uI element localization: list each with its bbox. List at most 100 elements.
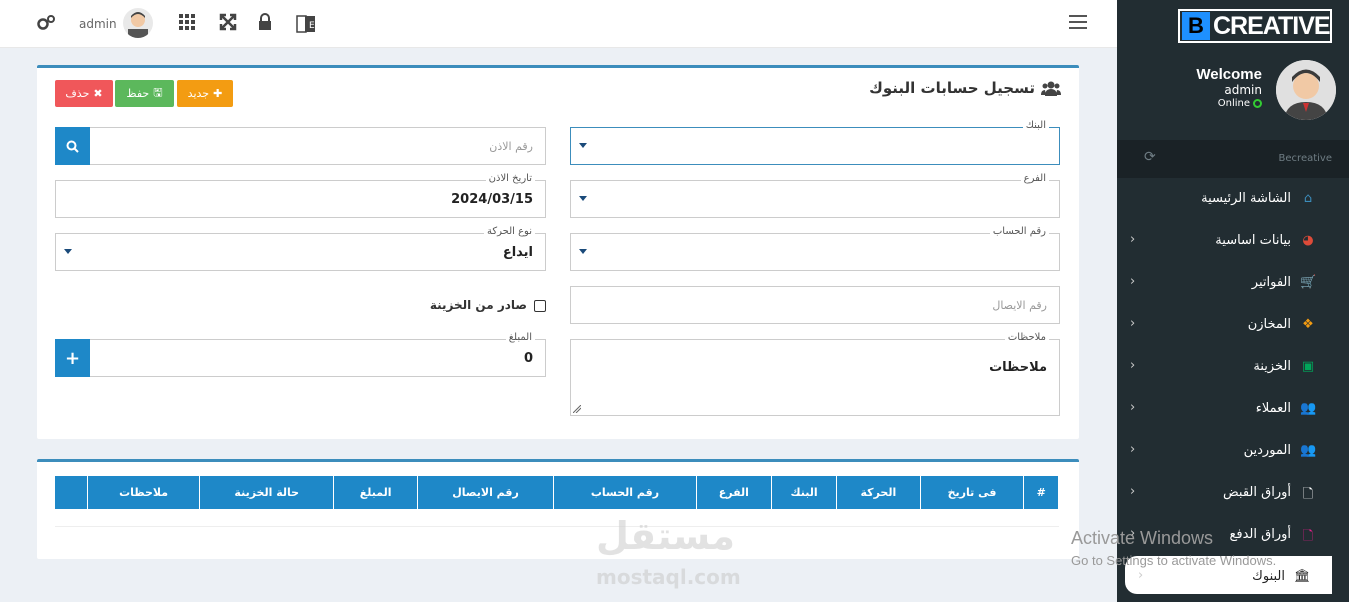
permit-number-input[interactable]: رقم الاذن	[90, 127, 546, 165]
sidebar-item-label: البنوك	[1252, 569, 1285, 584]
search-icon	[66, 140, 79, 153]
column-header[interactable]: فى تاريخ	[920, 476, 1025, 509]
save-button-label: حفظ	[126, 87, 150, 100]
bank-icon: 🏛	[1294, 569, 1311, 584]
from-treasury-checkbox[interactable]	[534, 300, 546, 312]
status-dot-icon	[1253, 99, 1262, 108]
activate-windows-title: Activate Windows	[1071, 528, 1214, 548]
brand-logo[interactable]: B CREATIVE	[1178, 9, 1332, 43]
sidebar-item-2[interactable]: الفواتير 🛒 ›	[1117, 262, 1349, 304]
topbar-username[interactable]: admin	[79, 17, 117, 31]
notes-textarea[interactable]: ملاحظات ملاحظات	[570, 332, 1060, 416]
refresh-icon[interactable]: ⟳	[1144, 149, 1156, 165]
sidebar-item-6[interactable]: الموردين 👥 ›	[1117, 430, 1349, 472]
expand-icon[interactable]	[218, 13, 238, 33]
sidebar-item-label: أوراق الدفع	[1229, 527, 1291, 542]
column-header[interactable]: #	[1023, 476, 1059, 509]
column-header[interactable]	[55, 476, 89, 509]
lock-icon[interactable]	[255, 13, 275, 33]
new-button[interactable]: جديد ✚	[177, 80, 233, 107]
column-header[interactable]: المبلغ	[333, 476, 418, 509]
notes-value: ملاحظات	[989, 360, 1047, 375]
amount-value: 0	[523, 351, 533, 366]
notes-legend: ملاحظات	[1004, 332, 1049, 343]
sidebar-item-7[interactable]: أوراق القبض 🗋 ›	[1117, 472, 1349, 514]
sidebar-item-1[interactable]: بيانات اساسية ◕ ›	[1117, 220, 1349, 262]
sidebar-avatar	[1276, 60, 1336, 120]
grid-icon[interactable]	[177, 13, 197, 33]
chevron-right-icon: ›	[1130, 316, 1136, 331]
sidebar-search[interactable]: ⟳ Becreative	[1117, 140, 1349, 178]
page-title: تسجيل حسابات البنوك	[869, 79, 1061, 97]
from-treasury-label: صادر من الخزينة	[429, 298, 527, 312]
amount-input[interactable]: المبلغ 0	[90, 332, 546, 377]
file-icon: 🗋	[1302, 487, 1314, 502]
file-icon: 🗋	[1302, 529, 1314, 544]
avatar[interactable]	[123, 8, 153, 38]
column-header[interactable]: الفرع	[696, 476, 773, 509]
sidebar-item-label: الخزينة	[1253, 359, 1291, 374]
movement-type-select[interactable]: نوع الحركة ايداع	[55, 226, 546, 271]
permit-date-input[interactable]: تاريخ الاذن 2024/03/15	[55, 173, 546, 218]
column-header[interactable]: حالة الخزينة	[199, 476, 335, 509]
chevron-right-icon: ›	[1130, 484, 1136, 499]
sidebar-item-label: الشاشة الرئيسية	[1201, 191, 1291, 206]
column-header[interactable]: الحركة	[836, 476, 921, 509]
resize-handle-icon[interactable]	[573, 405, 581, 413]
account-number-legend: رقم الحساب	[989, 226, 1049, 237]
sidebar-item-label: العملاء	[1255, 401, 1291, 416]
sidebar-item-0[interactable]: الشاشة الرئيسية ⌂	[1117, 178, 1349, 220]
bank-accounts-form: تسجيل حسابات البنوك جديد ✚ حفظ 🖫 حذف ✖ البن…	[37, 65, 1079, 439]
pie-chart-icon: ◕	[1302, 233, 1314, 248]
floppy-icon: 🖫	[153, 86, 163, 99]
sidebar-item-label: الفواتير	[1251, 275, 1291, 290]
watermark-sub: mostaql.com	[596, 565, 741, 589]
watermark: مستقل	[596, 514, 735, 558]
hamburger-icon[interactable]	[1069, 15, 1087, 29]
chevron-right-icon: ›	[1130, 274, 1136, 289]
column-header[interactable]: رقم الايصال	[417, 476, 555, 509]
delete-button[interactable]: حذف ✖	[55, 80, 113, 107]
sidebar-item-5[interactable]: العملاء 👥 ›	[1117, 388, 1349, 430]
chevron-right-icon: ›	[1130, 358, 1136, 373]
permit-number-placeholder: رقم الاذن	[489, 140, 533, 153]
movement-type-value: ايداع	[502, 245, 533, 260]
language-icon[interactable]: E	[294, 13, 318, 33]
logo-mark: B	[1182, 12, 1210, 40]
users-icon: 👥	[1300, 443, 1317, 458]
status-text: Online	[1217, 98, 1250, 109]
chevron-down-icon	[579, 196, 587, 201]
bank-select[interactable]: البنك	[570, 120, 1060, 165]
permit-date-legend: تاريخ الاذن	[485, 173, 535, 184]
chevron-right-icon: ›	[1138, 568, 1144, 583]
gears-icon[interactable]	[36, 13, 56, 33]
branch-select[interactable]: الفرع	[570, 173, 1060, 218]
cart-icon: 🛒	[1300, 275, 1317, 290]
permit-date-value: 2024/03/15	[451, 192, 533, 207]
amount-legend: المبلغ	[505, 332, 535, 343]
sidebar-item-label: المخازن	[1247, 317, 1291, 332]
add-amount-button[interactable]: +	[55, 339, 90, 377]
close-icon: ✖	[93, 87, 103, 100]
new-button-label: جديد	[187, 87, 210, 100]
save-button[interactable]: حفظ 🖫	[115, 80, 174, 107]
table-divider	[55, 526, 1059, 527]
chevron-right-icon: ›	[1130, 400, 1136, 415]
sidebar-item-label: بيانات اساسية	[1215, 233, 1291, 248]
sidebar-item-3[interactable]: المخازن ❖ ›	[1117, 304, 1349, 346]
column-header[interactable]: ملاحظات	[87, 476, 201, 509]
table-header-row: # فى تاريخ الحركة البنك الفرع رقم الحساب رقم ا…	[55, 476, 1059, 509]
plus-icon: +	[64, 347, 81, 369]
account-number-select[interactable]: رقم الحساب	[570, 226, 1060, 271]
receipt-number-input[interactable]: رقم الايصال	[570, 286, 1060, 324]
column-header[interactable]: البنك	[771, 476, 838, 509]
users-icon: 👥	[1300, 401, 1317, 416]
welcome-text: Welcome	[1196, 66, 1262, 83]
column-header[interactable]: رقم الحساب	[553, 476, 697, 509]
sidebar-item-4[interactable]: الخزينة ▣ ›	[1117, 346, 1349, 388]
logo-text: CREATIVE	[1213, 11, 1331, 40]
top-navbar: admin E	[0, 0, 1117, 48]
search-button[interactable]	[55, 127, 90, 165]
delete-button-label: حذف	[65, 87, 90, 100]
sidebar-item-label: الموردين	[1243, 443, 1291, 458]
